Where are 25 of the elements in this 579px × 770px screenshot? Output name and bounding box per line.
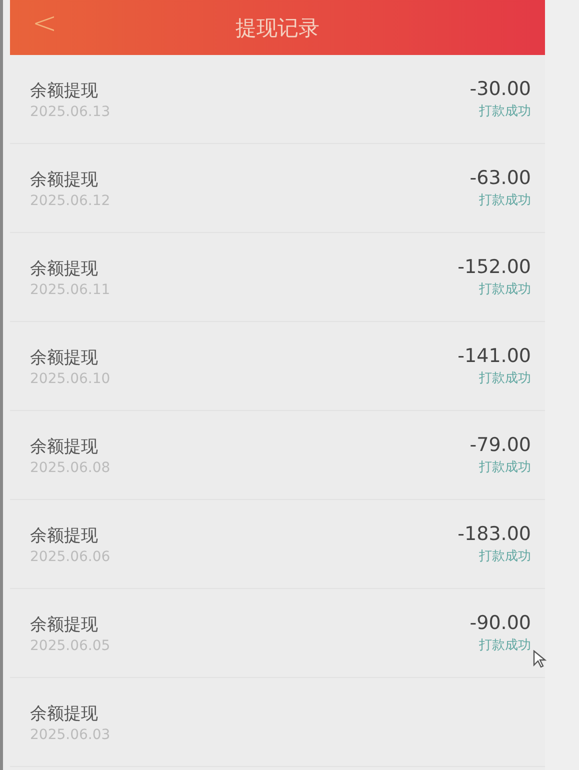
record-amount: -183.00: [458, 523, 531, 545]
record-amount: -30.00: [470, 78, 531, 100]
record-title: 余额提现: [30, 346, 98, 368]
record-status: 打款成功: [479, 548, 531, 565]
record-status: 打款成功: [479, 192, 531, 209]
record-title: 余额提现: [30, 614, 98, 636]
record-status: 打款成功: [479, 281, 531, 298]
cursor-icon: [533, 650, 547, 668]
record-title: 余额提现: [30, 80, 98, 102]
record-amount: -79.00: [470, 434, 531, 456]
page-title: 提现记录: [236, 14, 320, 42]
record-status: 打款成功: [479, 370, 531, 387]
record-title: 余额提现: [30, 702, 98, 724]
record-amount: -152.00: [458, 256, 531, 278]
record-title: 余额提现: [30, 524, 98, 546]
record-amount: -141.00: [458, 345, 531, 367]
record-amount: -63.00: [470, 167, 531, 189]
record-title: 余额提现: [30, 168, 98, 190]
back-button[interactable]: <: [32, 6, 58, 41]
record-status: 打款成功: [479, 103, 531, 120]
record-status: 打款成功: [479, 459, 531, 476]
record-amount: -90.00: [470, 612, 531, 634]
record-title: 余额提现: [30, 258, 98, 280]
record-title: 余额提现: [30, 436, 98, 458]
record-status: 打款成功: [479, 637, 531, 654]
